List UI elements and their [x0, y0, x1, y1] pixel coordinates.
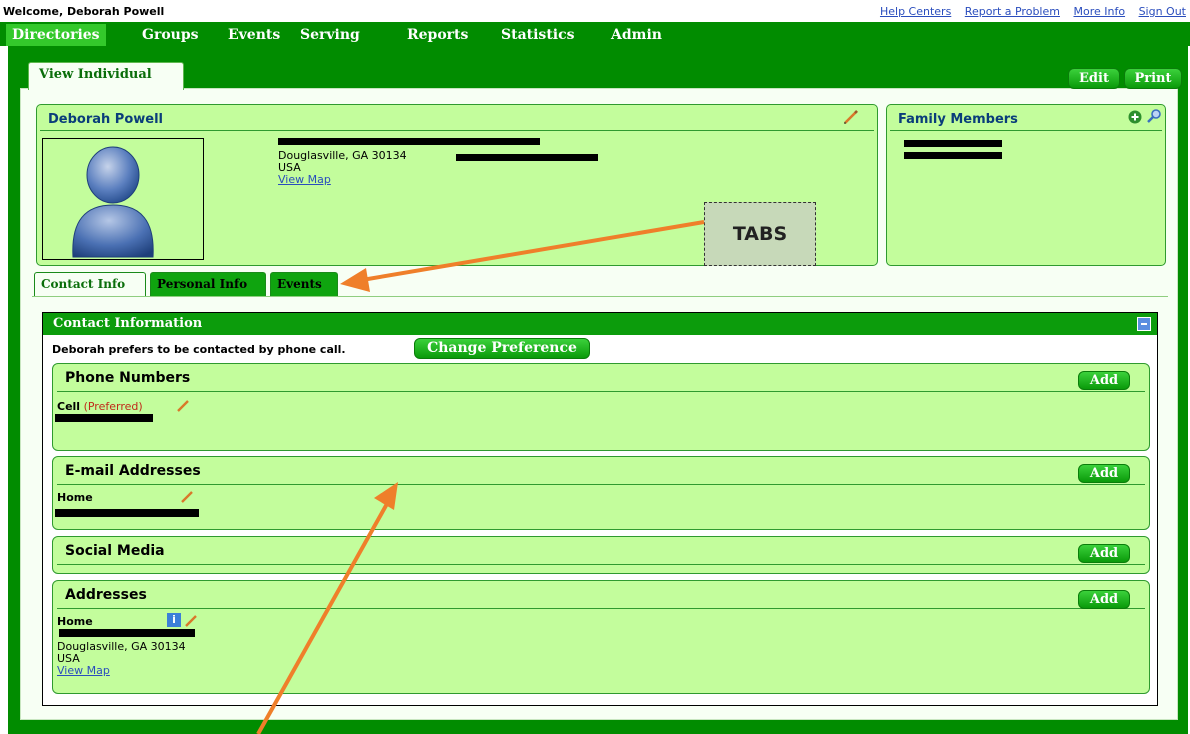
annotation-arrows — [256, 220, 705, 734]
arrow-to-tabs — [340, 220, 705, 292]
arrow-to-content — [256, 482, 398, 734]
